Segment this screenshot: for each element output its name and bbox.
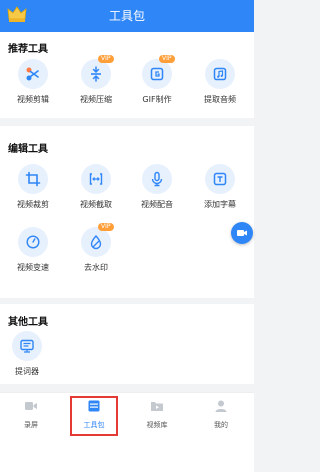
microphone-icon [151,171,163,187]
trim-icon [89,173,103,185]
tool-label: 提词器 [15,367,39,376]
teleprompter-icon [20,339,34,353]
section-title: 编辑工具 [8,144,48,155]
edit-tools-section: 编辑工具 视频裁剪 视频截取 视频配音 添加字幕 视频变速 VIP 去水印 [0,126,254,298]
tool-label: 提取音频 [204,95,236,104]
vip-badge: VIP [98,55,114,63]
section-title: 其他工具 [8,317,48,328]
floating-record-button[interactable] [231,222,253,244]
tool-video-edit[interactable]: 视频剪辑 [3,59,63,105]
recommended-tools-section: 推荐工具 视频剪辑 VIP 视频压缩 VIP GIF制作 提取音频 [0,32,254,118]
record-icon [25,402,37,410]
crop-icon [25,171,41,187]
record-video-icon [237,230,247,236]
other-tools-section: 其他工具 提词器 [0,304,254,384]
tool-video-compress[interactable]: VIP 视频压缩 [66,55,126,105]
tab-video-library[interactable]: 视频库 [132,395,182,433]
tool-gif-maker[interactable]: VIP GIF制作 [127,55,187,105]
active-tab-highlight [70,396,118,436]
vip-badge: VIP [159,55,175,63]
tool-label: 视频裁剪 [17,200,49,209]
tab-profile[interactable]: 我的 [196,395,246,433]
tool-label: GIF制作 [142,95,172,104]
subtitle-icon [213,172,227,186]
speed-icon [26,235,40,249]
compress-icon [91,66,101,82]
tool-label: 视频压缩 [80,95,112,104]
profile-icon [215,400,227,412]
tool-label: 添加字幕 [204,200,236,209]
watermark-remove-icon [90,234,102,250]
scissors-icon [26,67,39,81]
tool-label: 视频变速 [17,263,49,272]
video-library-icon [151,402,163,411]
vip-badge: VIP [98,223,114,231]
tool-video-trim[interactable]: 视频截取 [66,164,126,210]
tool-label: 去水印 [84,263,108,272]
tool-video-speed[interactable]: 视频变速 [3,227,63,273]
tool-extract-audio[interactable]: 提取音频 [190,59,250,105]
gif-icon [150,67,164,81]
music-icon [213,67,227,81]
tool-teleprompter[interactable]: 提词器 [0,331,57,377]
page-title: 工具包 [108,9,145,23]
section-title: 推荐工具 [8,44,48,55]
tool-label: 视频配音 [141,200,173,209]
bottom-safe-area [0,436,254,472]
tool-label: 视频截取 [80,200,112,209]
tool-video-dubbing[interactable]: 视频配音 [127,164,187,210]
tab-label: 视频库 [146,421,168,429]
tool-video-crop[interactable]: 视频裁剪 [3,164,63,210]
tab-label: 录屏 [24,421,38,429]
tab-record[interactable]: 录屏 [6,395,56,433]
bottom-tab-bar: 录屏 工具包 视频库 我的 [0,392,254,436]
app-header: 工具包 [0,0,254,32]
tool-remove-watermark[interactable]: VIP 去水印 [66,223,126,273]
tool-label: 视频剪辑 [17,95,49,104]
tool-add-subtitle[interactable]: 添加字幕 [190,164,250,210]
tab-label: 我的 [214,421,228,429]
